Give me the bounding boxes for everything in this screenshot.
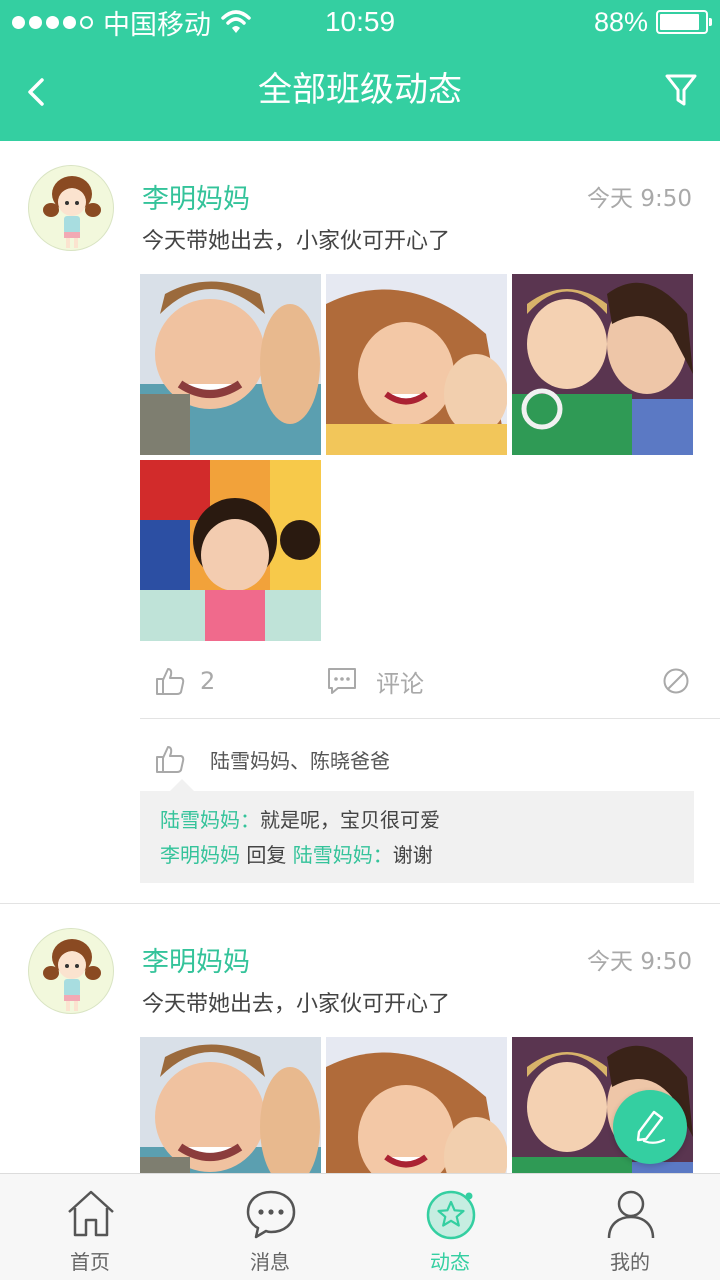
block-button[interactable] [662, 659, 690, 703]
avatar[interactable] [28, 165, 114, 251]
like-count: 2 [200, 667, 216, 695]
feed-post: 李明妈妈 今天 9:50 今天带她出去，小家伙可开心了 [0, 141, 720, 903]
divider [140, 718, 720, 719]
tab-moments[interactable]: 动态 [360, 1174, 540, 1280]
comment-label: 评论 [376, 669, 424, 698]
feed-post: 李明妈妈 今天 9:50 今天带她出去，小家伙可开心了 [0, 903, 720, 1173]
nav-bar: 全部班级动态 [0, 44, 720, 141]
post-photo[interactable] [140, 1037, 321, 1173]
tab-me[interactable]: 我的 [540, 1174, 720, 1280]
post-time: 今天 9:50 [587, 949, 692, 975]
tab-label: 首页 [70, 1250, 110, 1274]
post-text: 今天带她出去，小家伙可开心了 [142, 229, 451, 254]
thumbs-up-icon [156, 668, 185, 695]
post-actions: 2 评论 [140, 659, 700, 703]
comment-line[interactable]: 李明妈妈 回复 陆雪妈妈：谢谢 [160, 838, 674, 873]
comment-author[interactable]: 李明妈妈 [160, 843, 240, 867]
post-photo[interactable] [326, 1037, 507, 1173]
filter-icon[interactable] [664, 70, 698, 110]
comment-icon [328, 668, 356, 694]
tab-messages[interactable]: 消息 [180, 1174, 360, 1280]
thumbs-up-icon [156, 746, 185, 773]
comment-text: 就是呢，宝贝很可爱 [260, 808, 440, 832]
comment-author[interactable]: 陆雪妈妈 [160, 808, 240, 832]
reply-word: 回复 [246, 843, 287, 867]
likers-names[interactable]: 陆雪妈妈、陈晓爸爸 [210, 745, 390, 774]
message-icon [246, 1190, 296, 1239]
tab-bar: 首页 消息 动态 我的 [0, 1173, 720, 1280]
comment-button[interactable]: 评论 [326, 659, 424, 703]
post-author[interactable]: 李明妈妈 [142, 940, 250, 979]
post-photo[interactable] [140, 274, 321, 455]
post-author[interactable]: 李明妈妈 [142, 177, 250, 216]
tab-home[interactable]: 首页 [0, 1174, 180, 1280]
post-photo[interactable] [326, 274, 507, 455]
comment-text: 谢谢 [392, 843, 433, 867]
compose-button[interactable] [613, 1090, 687, 1164]
post-text: 今天带她出去，小家伙可开心了 [142, 992, 451, 1017]
likers-row: 陆雪妈妈、陈晓爸爸 [154, 741, 390, 777]
tab-label: 动态 [430, 1250, 470, 1274]
user-icon [607, 1190, 655, 1239]
comments-box: 陆雪妈妈：就是呢，宝贝很可爱 李明妈妈 回复 陆雪妈妈：谢谢 [140, 779, 694, 883]
avatar[interactable] [28, 928, 114, 1014]
page-title: 全部班级动态 [258, 70, 462, 110]
post-photo[interactable] [512, 274, 693, 455]
tab-label: 我的 [610, 1250, 650, 1274]
star-icon [426, 1190, 476, 1240]
tab-label: 消息 [250, 1250, 290, 1274]
post-time: 今天 9:50 [587, 186, 692, 212]
post-photo[interactable] [140, 460, 321, 641]
prohibit-icon [663, 668, 689, 694]
pencil-icon [636, 1110, 666, 1144]
feed-list[interactable]: 李明妈妈 今天 9:50 今天带她出去，小家伙可开心了 2 评论 陆雪妈妈、陈晓… [0, 141, 720, 1173]
home-icon [68, 1190, 114, 1237]
battery-percent: 88% [593, 6, 648, 37]
like-button[interactable]: 2 [154, 659, 215, 703]
reply-to-name[interactable]: 陆雪妈妈 [293, 843, 373, 867]
battery-icon [656, 10, 712, 34]
comment-line[interactable]: 陆雪妈妈：就是呢，宝贝很可爱 [160, 803, 674, 838]
status-bar: 中国移动 10:59 88% [0, 0, 720, 44]
